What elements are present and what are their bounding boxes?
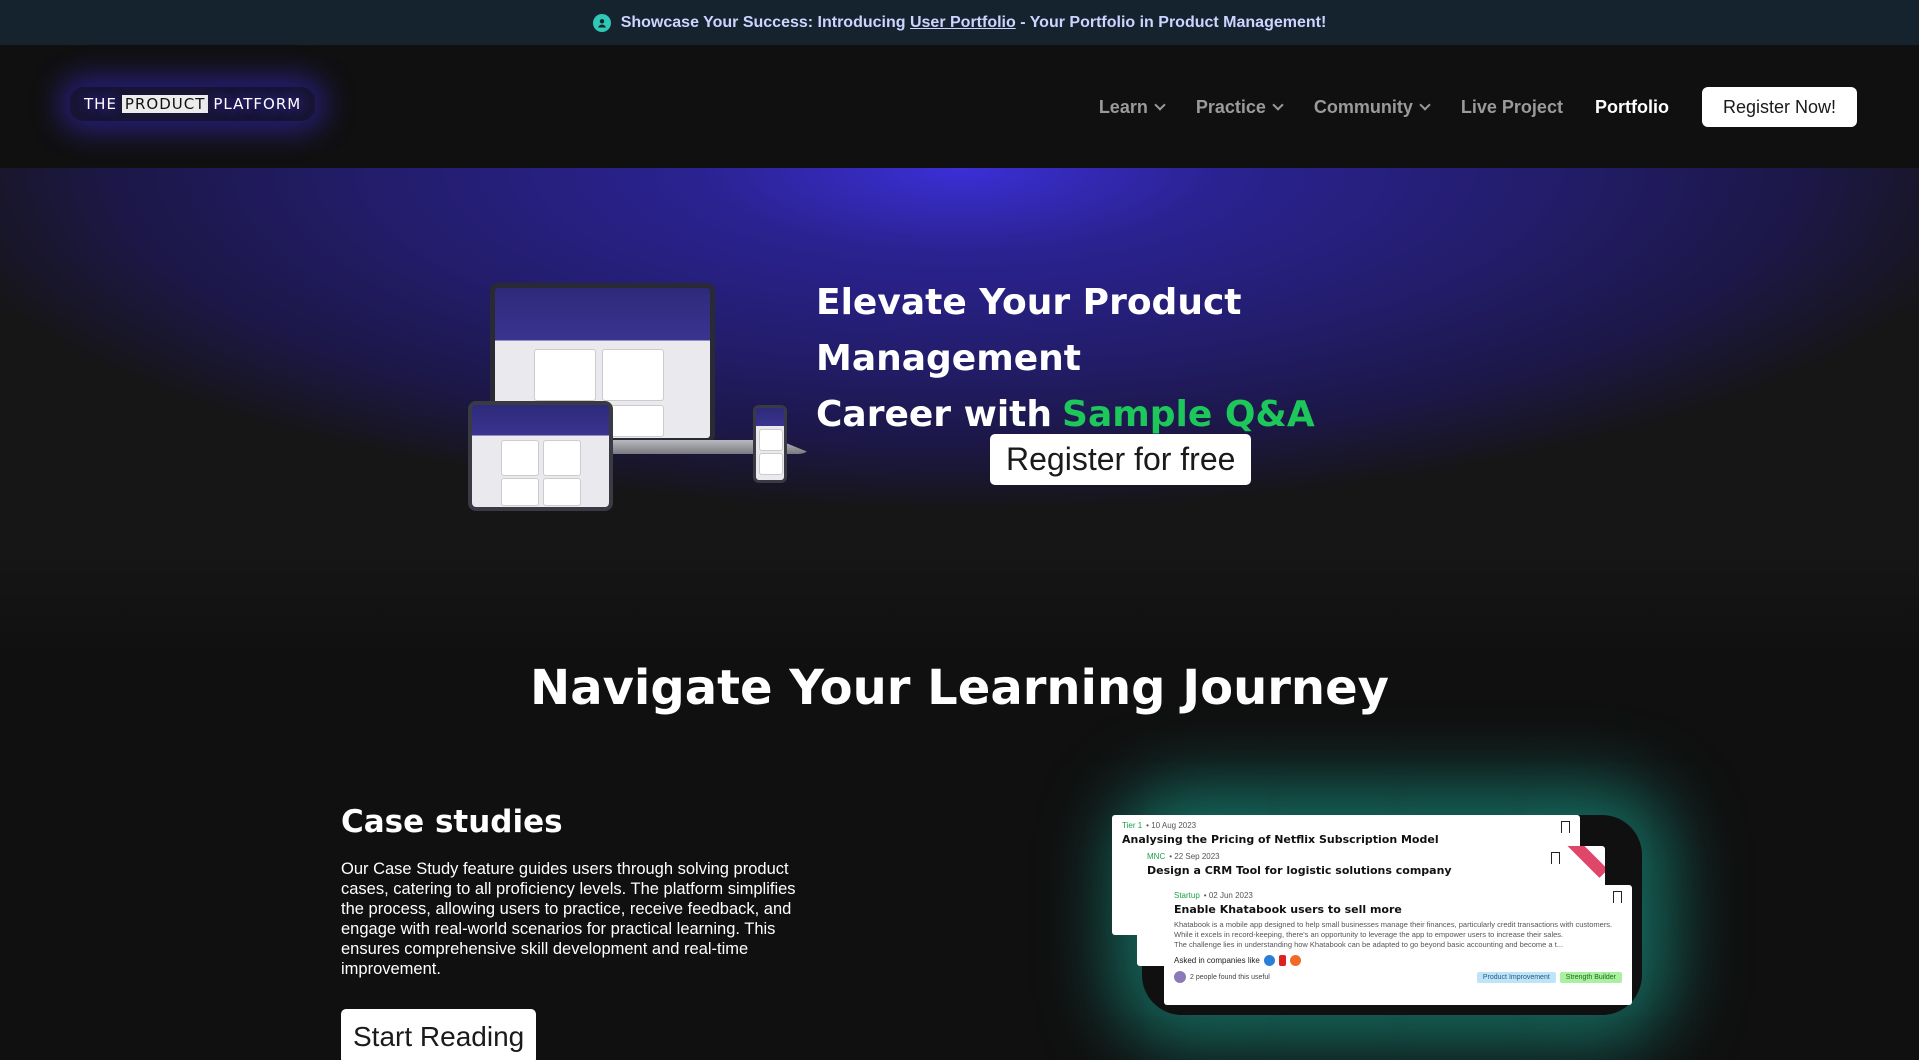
logo[interactable]: THE PRODUCT PLATFORM — [70, 87, 316, 121]
nav-practice[interactable]: Practice — [1196, 97, 1284, 118]
hero-title: Elevate Your Product Management Career w… — [816, 282, 1315, 435]
hero-title-accent: Sample Q&A — [1062, 394, 1315, 435]
logo-text: THE — [84, 95, 117, 113]
bookmark-icon — [1551, 852, 1560, 864]
start-reading-button[interactable]: Start Reading — [341, 1009, 537, 1060]
hero-section: Elevate Your Product Management Career w… — [0, 168, 1919, 658]
chevron-down-icon — [1154, 98, 1166, 111]
main-nav: Learn Practice Community Live Project Po… — [1099, 87, 1857, 127]
logo-text-boxed: PRODUCT — [121, 95, 209, 113]
site-header: THE PRODUCT PLATFORM Learn Practice Comm… — [0, 45, 1919, 168]
company-logo-icon — [1263, 955, 1275, 966]
chevron-down-icon — [1419, 98, 1431, 111]
devices-mockup-image — [468, 283, 813, 523]
chevron-down-icon — [1272, 98, 1284, 111]
bookmark-icon — [1561, 821, 1570, 833]
nav-learn[interactable]: Learn — [1099, 97, 1166, 118]
tablet — [468, 401, 613, 511]
user-portfolio-link[interactable]: User Portfolio — [910, 14, 1016, 31]
bookmark-icon — [1613, 891, 1622, 903]
register-now-button[interactable]: Register Now! — [1701, 87, 1857, 127]
phone — [753, 405, 787, 483]
case-studies-description: Our Case Study feature guides users thro… — [341, 860, 796, 978]
nav-community[interactable]: Community — [1314, 97, 1431, 118]
user-circle-icon — [592, 13, 611, 32]
nav-live-project[interactable]: Live Project — [1461, 97, 1563, 118]
nav-portfolio[interactable]: Portfolio — [1595, 97, 1669, 118]
case-card: Startup • 02 Jun 2023 Enable Khatabook us… — [1164, 885, 1632, 1005]
company-logo-icon — [1289, 955, 1301, 966]
case-studies-title: Case studies — [341, 804, 563, 840]
case-study-cards-preview: Tier 1 • 10 Aug 2023 Analysing the Pricin… — [1112, 815, 1632, 1005]
logo-text: PLATFORM — [213, 95, 302, 113]
company-logo-icon — [1278, 955, 1286, 966]
announcement-bar: Showcase Your Success: Introducing User … — [0, 0, 1919, 45]
announcement-text: Showcase Your Success: Introducing User … — [620, 13, 1327, 31]
section-title: Navigate Your Learning Journey — [530, 660, 1389, 716]
avatar — [1174, 971, 1186, 983]
register-for-free-button[interactable]: Register for free — [990, 434, 1252, 485]
